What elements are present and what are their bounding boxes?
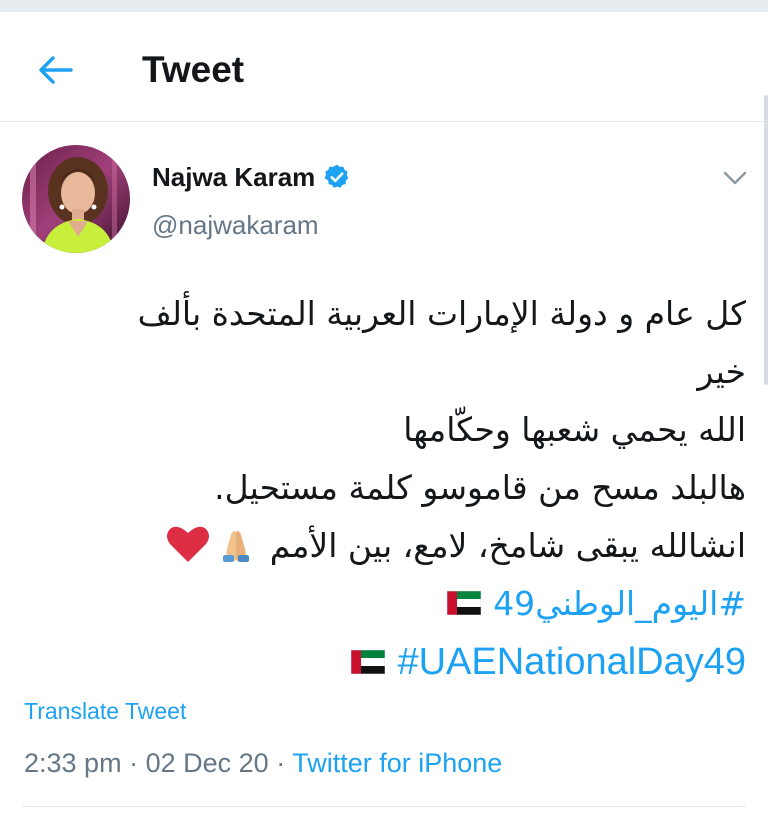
hashtag-latin[interactable]: #UAENationalDay49 xyxy=(397,641,746,683)
header-bar: Tweet xyxy=(0,12,768,122)
chevron-down-icon xyxy=(723,171,747,185)
tweet-date[interactable]: 02 Dec 20 xyxy=(146,748,269,778)
page-title: Tweet xyxy=(142,49,245,90)
tweet-line: خير xyxy=(697,352,746,391)
uae-flag-emoji xyxy=(447,590,482,615)
tweet-menu-button[interactable] xyxy=(718,163,752,193)
divider xyxy=(22,806,746,807)
tweet-detail: Najwa Karam @najwakaram كل عام و دولة ال… xyxy=(0,123,768,833)
arrow-left-icon xyxy=(39,56,73,84)
author-name: Najwa Karam xyxy=(152,162,316,192)
tweet-line-with-emojis: انشالله يبقى شامخ، لامع، بين الأمم xyxy=(20,517,746,575)
tweet-line: انشالله يبقى شامخ، لامع، بين الأمم xyxy=(269,526,746,565)
avatar-image xyxy=(22,145,130,253)
tweet-source-link[interactable]: Twitter for iPhone xyxy=(292,748,502,778)
verified-badge-icon xyxy=(324,164,349,188)
tweet-line: هالبلد مسح من قاموسو كلمة مستحيل. xyxy=(214,468,746,507)
scrollbar[interactable] xyxy=(764,95,768,385)
tweet-text: كل عام و دولة الإمارات العربية المتحدة ب… xyxy=(20,285,746,692)
hashtag-arabic[interactable]: #اليوم_الوطني49 xyxy=(493,584,746,623)
folded-hands-emoji xyxy=(223,530,250,562)
meta-separator: · xyxy=(129,748,139,778)
meta-separator: · xyxy=(276,748,286,778)
tweet-time[interactable]: 2:33 pm xyxy=(24,748,122,778)
tweet-metadata: 2:33 pm · 02 Dec 20 · Twitter for iPhone xyxy=(24,745,502,781)
tweet-line: الله يحمي شعبها وحكّامها xyxy=(403,410,746,449)
red-heart-emoji xyxy=(167,526,210,562)
top-strip xyxy=(0,0,768,12)
tweet-line-hashtag-latin: #UAENationalDay49 xyxy=(20,633,746,692)
translate-tweet-link[interactable]: Translate Tweet xyxy=(24,696,186,726)
uae-flag-emoji xyxy=(351,649,386,674)
tweet-line: كل عام و دولة الإمارات العربية المتحدة ب… xyxy=(137,294,746,333)
tweet-line-hashtag-arabic: #اليوم_الوطني49 xyxy=(20,575,746,633)
avatar[interactable] xyxy=(22,145,130,253)
author-handle[interactable]: @najwakaram xyxy=(152,207,319,243)
back-button[interactable] xyxy=(30,48,80,92)
author-name-row[interactable]: Najwa Karam xyxy=(152,159,351,195)
